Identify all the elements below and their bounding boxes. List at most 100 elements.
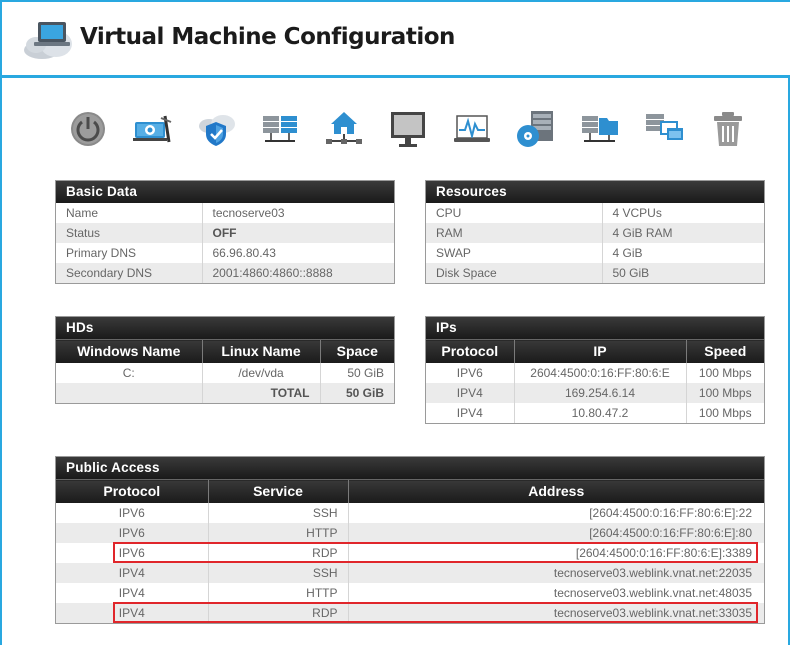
table-row: Disk Space 50 GiB xyxy=(426,263,764,283)
public-access-table: Protocol Service Address IPV6 SSH [2604:… xyxy=(56,479,764,623)
resources-table: CPU 4 VCPUs RAM 4 GiB RAM SWAP 4 GiB Disk S… xyxy=(426,203,764,283)
row-value: tecnoserve03 xyxy=(201,203,394,223)
row-label: Disk Space xyxy=(426,263,602,283)
address-cell: [2604:4500:0:16:FF:80:6:E]:3389 xyxy=(347,542,764,563)
service-cell: RDP xyxy=(207,602,348,623)
column-header: Speed xyxy=(685,339,764,363)
row-value: 4 GiB xyxy=(601,243,764,263)
status-value: OFF xyxy=(201,223,394,243)
column-header: Service xyxy=(207,479,348,503)
tools-icon xyxy=(133,115,172,143)
row-value: 4 VCPUs xyxy=(601,203,764,223)
server-disc-icon xyxy=(517,111,553,147)
console-button[interactable] xyxy=(386,106,430,152)
power-button[interactable] xyxy=(66,106,110,152)
row-value: 4 GiB RAM xyxy=(601,223,764,243)
server-network-icon xyxy=(263,116,297,142)
delete-button[interactable] xyxy=(706,106,750,152)
row-label: Primary DNS xyxy=(66,246,137,260)
security-button[interactable] xyxy=(194,106,238,152)
table-row: SWAP 4 GiB xyxy=(426,243,764,263)
network-button[interactable] xyxy=(258,106,302,152)
table-row: IPV4 SSH tecnoserve03.weblink.vnat.net:2… xyxy=(56,562,764,583)
service-cell: HTTP xyxy=(207,522,348,543)
address-cell: tecnoserve03.weblink.vnat.net:33035 xyxy=(347,602,764,623)
hardware-config-button[interactable] xyxy=(130,106,174,152)
table-row: IPV4 169.254.6.14 100 Mbps xyxy=(426,382,764,403)
ips-table: Protocol IP Speed IPV6 2604:4500:0:16:FF… xyxy=(426,339,764,423)
table-row: IPV4 10.80.47.2 100 Mbps xyxy=(426,402,764,423)
column-header: Windows Name xyxy=(56,339,202,363)
row-label: CPU xyxy=(436,206,462,220)
row-label: Status xyxy=(56,223,202,243)
protocol-cell: IPV4 xyxy=(118,585,145,600)
table-row: IPV4 HTTP tecnoserve03.weblink.vnat.net:… xyxy=(56,582,764,603)
ip-cell: 10.80.47.2 xyxy=(513,402,686,423)
server-windows-icon xyxy=(646,114,683,140)
local-network-button[interactable] xyxy=(322,106,366,152)
row-value: 50 GiB xyxy=(601,263,764,283)
home-network-icon xyxy=(326,112,362,144)
row-label: RAM xyxy=(426,223,602,243)
column-header: Space xyxy=(319,339,394,363)
hds-panel: HDs Windows Name Linux Name Space C: /de… xyxy=(55,316,395,404)
remote-desktop-button[interactable] xyxy=(642,106,686,152)
activity-icon xyxy=(454,115,490,142)
total-row: TOTAL 50 GiB xyxy=(56,382,394,403)
file-sharing-button[interactable] xyxy=(578,106,622,152)
row-value: 2001:4860:4860::8888 xyxy=(201,263,394,283)
table-row: IPV4 RDP tecnoserve03.weblink.vnat.net:3… xyxy=(56,602,764,623)
protocol-cell: IPV4 xyxy=(456,405,483,420)
table-row: IPV6 SSH [2604:4500:0:16:FF:80:6:E]:22 xyxy=(56,502,764,523)
monitoring-button[interactable] xyxy=(450,106,494,152)
cloud-computer-icon xyxy=(24,22,72,59)
panel-title: Public Access xyxy=(56,457,764,479)
column-header: Linux Name xyxy=(201,339,320,363)
table-row: C: /dev/vda 50 GiB xyxy=(56,362,394,383)
storage-button[interactable] xyxy=(514,106,558,152)
shield-cloud-icon xyxy=(199,115,235,146)
speed-cell: 100 Mbps xyxy=(685,382,764,403)
trash-icon xyxy=(714,112,742,146)
address-cell: tecnoserve03.weblink.vnat.net:48035 xyxy=(347,582,764,603)
row-label: Secondary DNS xyxy=(56,263,202,283)
panel-title: Basic Data xyxy=(56,181,394,203)
page-title: Virtual Machine Configuration xyxy=(80,24,455,50)
panel-title: Resources xyxy=(426,181,764,203)
linux-name-cell: /dev/vda xyxy=(201,362,320,383)
panel-title: HDs xyxy=(56,317,394,339)
protocol-cell: IPV4 xyxy=(56,602,208,623)
resources-panel: Resources CPU 4 VCPUs RAM 4 GiB RAM SWAP 4 … xyxy=(425,180,765,284)
row-value: 66.96.80.43 xyxy=(201,243,394,263)
public-access-panel: Public Access Protocol Service Address I… xyxy=(55,456,765,624)
address-cell: tecnoserve03.weblink.vnat.net:22035 xyxy=(347,562,764,583)
table-row: Status OFF xyxy=(56,223,394,243)
action-toolbar xyxy=(62,106,762,154)
address-cell: [2604:4500:0:16:FF:80:6:E]:80 xyxy=(347,522,764,543)
server-folder-icon xyxy=(582,116,618,142)
speed-cell: 100 Mbps xyxy=(685,362,764,383)
column-header: IP xyxy=(513,339,686,363)
table-row: CPU 4 VCPUs xyxy=(426,203,764,223)
power-icon xyxy=(71,112,105,146)
table-row: RAM 4 GiB RAM xyxy=(426,223,764,243)
protocol-cell: IPV6 xyxy=(456,365,483,380)
address-cell: [2604:4500:0:16:FF:80:6:E]:22 xyxy=(347,502,764,523)
column-header: Protocol xyxy=(426,339,514,363)
basic-data-table: Name tecnoserve03 Status OFF Primary DNS 66… xyxy=(56,203,394,283)
page-header: Virtual Machine Configuration xyxy=(2,0,790,78)
protocol-cell: IPV6 xyxy=(56,522,208,543)
protocol-cell: IPV6 xyxy=(118,505,145,520)
total-value: 50 GiB xyxy=(319,382,394,403)
row-label: Name xyxy=(66,206,99,220)
column-header: Protocol xyxy=(56,479,208,503)
panel-title: IPs xyxy=(426,317,764,339)
column-header: Address xyxy=(347,479,764,503)
table-row: IPV6 RDP [2604:4500:0:16:FF:80:6:E]:3389 xyxy=(56,542,764,563)
basic-data-panel: Basic Data Name tecnoserve03 Status OFF Pr… xyxy=(55,180,395,284)
space-cell: 50 GiB xyxy=(319,362,394,383)
total-label: TOTAL xyxy=(201,382,320,403)
empty-cell xyxy=(56,382,202,403)
windows-name-cell: C: xyxy=(122,365,135,380)
service-cell: RDP xyxy=(207,542,348,563)
